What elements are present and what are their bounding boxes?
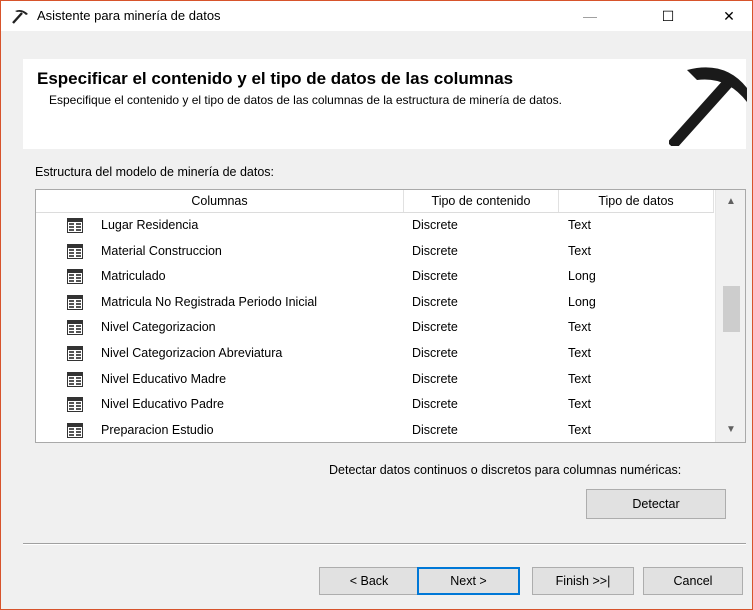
- scrollbar-thumb[interactable]: [723, 286, 740, 332]
- detect-label: Detectar datos continuos o discretos par…: [329, 463, 682, 477]
- content-type-cell[interactable]: Discrete: [412, 213, 458, 239]
- column-name: Nivel Educativo Padre: [101, 397, 224, 412]
- window-title: Asistente para minería de datos: [37, 8, 221, 23]
- table-column-icon: [67, 294, 83, 310]
- data-type-cell[interactable]: Text: [568, 239, 591, 265]
- data-type-cell[interactable]: Long: [568, 290, 596, 316]
- scroll-down-icon[interactable]: ▼: [716, 418, 745, 442]
- vertical-scrollbar[interactable]: ▲ ▼: [715, 190, 745, 442]
- table-column-icon: [67, 422, 83, 438]
- table-row[interactable]: Preparacion Estudio Discrete Text: [36, 418, 714, 442]
- column-name: Matricula No Registrada Periodo Inicial: [101, 294, 318, 309]
- table-row[interactable]: Lugar Residencia Discrete Text: [36, 213, 714, 239]
- maximize-button[interactable]: ☐: [645, 1, 691, 31]
- content-type-cell[interactable]: Discrete: [412, 315, 458, 341]
- content-type-cell[interactable]: Discrete: [412, 290, 458, 316]
- next-button[interactable]: Next >: [417, 567, 520, 595]
- structure-label: Estructura del modelo de minería de dato…: [35, 165, 275, 179]
- table-column-icon: [67, 371, 83, 387]
- columns-grid: Columnas Tipo de contenido Tipo de datos…: [35, 189, 746, 443]
- column-name: Nivel Categorizacion: [101, 320, 216, 335]
- page-subtitle: Especifique el contenido y el tipo de da…: [49, 93, 562, 107]
- data-type-cell[interactable]: Text: [568, 367, 591, 393]
- column-name: Matriculado: [101, 269, 166, 284]
- table-row[interactable]: Nivel Educativo Padre Discrete Text: [36, 392, 714, 418]
- table-row[interactable]: Material Construccion Discrete Text: [36, 239, 714, 265]
- column-name: Material Construccion: [101, 243, 222, 258]
- detect-button[interactable]: Detectar: [586, 489, 726, 519]
- column-name: Nivel Categorizacion Abreviatura: [101, 345, 283, 360]
- column-header-content-type[interactable]: Tipo de contenido: [404, 190, 559, 212]
- content-type-cell[interactable]: Discrete: [412, 239, 458, 265]
- pickaxe-app-icon: [12, 10, 28, 24]
- grid-header: Columnas Tipo de contenido Tipo de datos: [36, 190, 714, 213]
- table-column-icon: [67, 397, 83, 413]
- table-column-icon: [67, 320, 83, 336]
- table-column-icon: [67, 269, 83, 285]
- finish-button[interactable]: Finish >>|: [532, 567, 634, 595]
- data-type-cell[interactable]: Text: [568, 341, 591, 367]
- table-column-icon: [67, 345, 83, 361]
- table-column-icon: [67, 218, 83, 233]
- column-name: Preparacion Estudio: [101, 422, 214, 437]
- table-column-icon: [67, 243, 83, 259]
- table-row[interactable]: Nivel Educativo Madre Discrete Text: [36, 367, 714, 393]
- content-type-cell[interactable]: Discrete: [412, 367, 458, 393]
- scroll-up-icon[interactable]: ▲: [716, 190, 745, 214]
- page-title: Especificar el contenido y el tipo de da…: [37, 69, 514, 88]
- grid-rows: Lugar Residencia Discrete Text Material …: [36, 213, 714, 442]
- cancel-button[interactable]: Cancel: [643, 567, 743, 595]
- table-row[interactable]: Matriculado Discrete Long: [36, 264, 714, 290]
- data-type-cell[interactable]: Text: [568, 315, 591, 341]
- footer-separator: [23, 543, 746, 545]
- content-type-cell[interactable]: Discrete: [412, 341, 458, 367]
- table-row[interactable]: Nivel Categorizacion Discrete Text: [36, 315, 714, 341]
- data-type-cell[interactable]: Text: [568, 392, 591, 418]
- wizard-header: Especificar el contenido y el tipo de da…: [23, 59, 747, 149]
- table-row[interactable]: Matricula No Registrada Periodo Inicial …: [36, 290, 714, 316]
- data-type-cell[interactable]: Text: [568, 213, 591, 239]
- column-header-columns[interactable]: Columnas: [36, 190, 404, 212]
- data-type-cell[interactable]: Long: [568, 264, 596, 290]
- content-type-cell[interactable]: Discrete: [412, 264, 458, 290]
- column-name: Nivel Educativo Madre: [101, 371, 227, 386]
- wizard-window: Asistente para minería de datos — ☐ ✕ Es…: [0, 0, 753, 610]
- title-bar: Asistente para minería de datos — ☐ ✕: [1, 1, 752, 31]
- column-name: Lugar Residencia: [101, 218, 199, 232]
- close-button[interactable]: ✕: [706, 1, 752, 31]
- back-button[interactable]: < Back: [319, 567, 419, 595]
- data-type-cell[interactable]: Text: [568, 418, 591, 442]
- table-row[interactable]: Nivel Categorizacion Abreviatura Discret…: [36, 341, 714, 367]
- minimize-button[interactable]: —: [567, 1, 613, 31]
- column-header-data-type[interactable]: Tipo de datos: [559, 190, 714, 212]
- pickaxe-icon: [669, 67, 747, 146]
- content-type-cell[interactable]: Discrete: [412, 392, 458, 418]
- content-type-cell[interactable]: Discrete: [412, 418, 458, 442]
